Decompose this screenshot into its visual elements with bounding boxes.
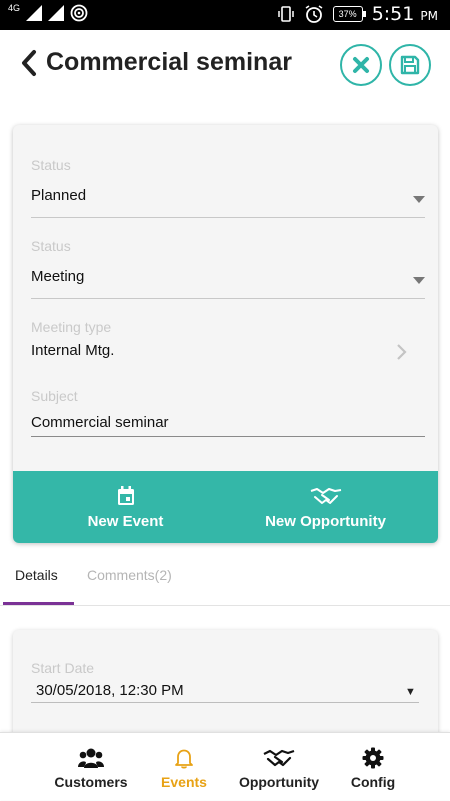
chevron-right-icon [397, 344, 407, 360]
status-label: Status [31, 238, 71, 254]
bottom-navigation: Customers Events Opportunity Config [0, 732, 450, 800]
new-event-label: New Event [87, 512, 164, 530]
meeting-type-value: Internal Mtg. [31, 342, 115, 359]
back-arrow-icon[interactable] [18, 48, 40, 78]
cancel-button[interactable] [340, 44, 382, 86]
meeting-type-field[interactable]: Meeting type Internal Mtg. [31, 319, 425, 369]
nav-events-label: Events [161, 774, 207, 790]
signal-icon [48, 5, 65, 21]
handshake-icon [310, 487, 341, 504]
floppy-disk-icon [400, 55, 420, 75]
status-value: Planned [31, 187, 87, 204]
subject-label: Subject [31, 388, 78, 404]
app-header: Commercial seminar [0, 30, 450, 100]
field-underline [31, 217, 425, 218]
handshake-icon [263, 749, 295, 767]
field-underline [31, 436, 425, 437]
status-meeting-select[interactable]: Status Meeting [31, 238, 425, 299]
status-planned-select[interactable]: Status Planned [31, 157, 425, 218]
nav-opportunity[interactable]: Opportunity [234, 733, 324, 801]
detail-tabs: Details Comments(2) [0, 555, 450, 606]
nav-config-label: Config [350, 774, 396, 790]
field-underline [31, 702, 419, 703]
new-event-button[interactable]: New Event [68, 471, 183, 543]
clock-time: 5:51 [371, 3, 415, 25]
tab-details[interactable]: Details [15, 567, 58, 583]
dropdown-caret-icon [413, 277, 425, 284]
page-title: Commercial seminar [46, 48, 292, 76]
event-form-card: Status Planned Status Meeting Meeting ty… [13, 125, 438, 543]
field-underline [31, 298, 425, 299]
people-icon [78, 748, 104, 768]
nav-events[interactable]: Events [150, 733, 218, 801]
start-date-label: Start Date [31, 660, 95, 676]
dropdown-caret-icon [413, 196, 425, 203]
dropdown-caret-icon[interactable]: ▼ [405, 686, 416, 698]
meeting-type-label: Meeting type [31, 319, 112, 335]
status-label: Status [31, 157, 71, 173]
gear-icon [362, 747, 384, 769]
nav-opportunity-label: Opportunity [238, 774, 320, 790]
vibrate-icon [277, 6, 294, 22]
start-date-value[interactable]: 30/05/2018, 12:30 PM [36, 682, 184, 699]
network-type: 4G [8, 2, 21, 13]
nav-customers[interactable]: Customers [48, 733, 134, 801]
save-button[interactable] [389, 44, 431, 86]
signal-icon [26, 5, 43, 21]
status-value: Meeting [31, 268, 85, 285]
form-action-bar: New Event New Opportunity [13, 471, 438, 543]
new-opportunity-button[interactable]: New Opportunity [253, 471, 398, 543]
active-tab-indicator [3, 602, 74, 605]
bell-icon [175, 749, 193, 769]
status-bar: 4G 37% 5:51 PM [0, 0, 450, 30]
clock: 5:51 PM [372, 3, 438, 25]
tab-comments[interactable]: Comments(2) [87, 567, 172, 583]
close-icon [353, 57, 369, 73]
nav-customers-label: Customers [54, 774, 128, 790]
battery-indicator: 37% [332, 6, 366, 22]
subject-field[interactable]: Subject Commercial seminar [31, 388, 425, 437]
subject-value: Commercial seminar [31, 414, 169, 431]
nav-config[interactable]: Config [345, 733, 401, 801]
alarm-icon [305, 5, 323, 23]
calendar-icon [117, 485, 134, 505]
wifi-hotspot-icon [70, 4, 88, 22]
clock-ampm: PM [420, 9, 438, 23]
new-opportunity-label: New Opportunity [265, 512, 386, 530]
